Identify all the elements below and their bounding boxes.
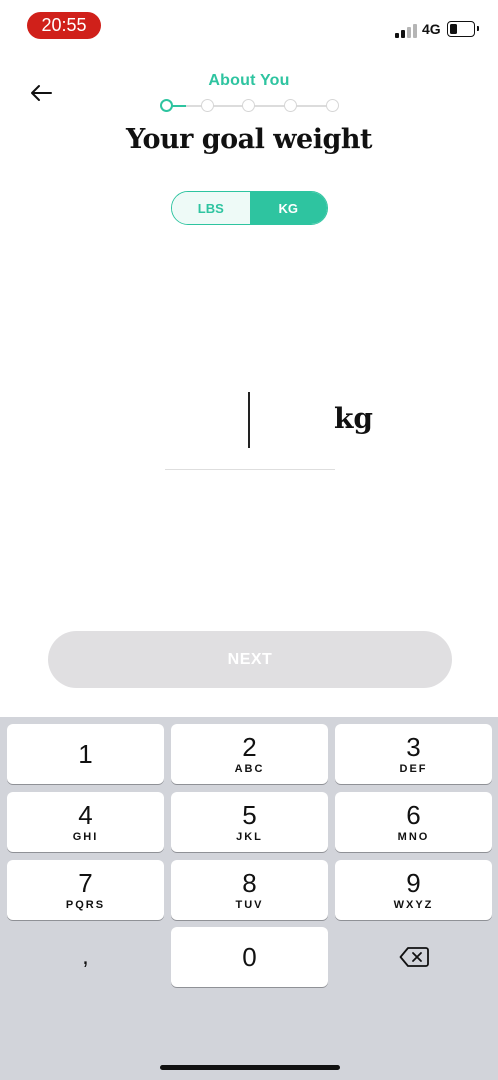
key-digit: 1	[78, 739, 93, 769]
key-letters: MNO	[397, 830, 430, 843]
numeric-keypad: 1 2 ABC 3 DEF 4 GHI 5 JKL 6 MNO 7 PQRS 8…	[0, 717, 498, 1080]
key-digit: 6	[406, 799, 421, 830]
key-2[interactable]: 2 ABC	[171, 724, 328, 784]
key-1[interactable]: 1	[7, 724, 164, 784]
key-3[interactable]: 3 DEF	[335, 724, 492, 784]
page-title: Your goal weight	[126, 124, 372, 155]
key-digit: 9	[406, 867, 421, 898]
next-button[interactable]: NEXT	[48, 631, 452, 688]
key-digit: 3	[406, 731, 421, 762]
progress-step-5	[326, 99, 339, 112]
key-digit: ,	[82, 943, 89, 970]
key-9[interactable]: 9 WXYZ	[335, 860, 492, 920]
key-backspace[interactable]	[335, 927, 492, 987]
key-digit: 5	[242, 799, 257, 830]
key-4[interactable]: 4 GHI	[7, 792, 164, 852]
key-6[interactable]: 6 MNO	[335, 792, 492, 852]
key-digit: 2	[242, 731, 257, 762]
key-7[interactable]: 7 PQRS	[7, 860, 164, 920]
key-letters: WXYZ	[393, 898, 434, 911]
key-comma[interactable]: ,	[7, 927, 164, 987]
status-bar: 20:55 4G	[0, 0, 498, 52]
key-letters: DEF	[399, 762, 428, 775]
battery-level	[450, 24, 457, 34]
unit-suffix: kg	[334, 402, 373, 435]
key-letters: TUV	[235, 898, 264, 911]
key-digit: 0	[242, 942, 257, 972]
step-label: About You	[208, 72, 290, 89]
status-time: 20:55	[27, 12, 101, 39]
progress-step-4	[284, 99, 297, 112]
key-8[interactable]: 8 TUV	[171, 860, 328, 920]
network-type: 4G	[422, 21, 441, 37]
key-5[interactable]: 5 JKL	[171, 792, 328, 852]
backspace-icon	[399, 947, 429, 967]
unit-toggle: LBS KG	[171, 191, 328, 225]
cellular-signal-icon	[395, 22, 417, 38]
progress-step-1	[160, 99, 173, 112]
key-digit: 4	[78, 799, 93, 830]
key-letters: PQRS	[65, 898, 106, 911]
battery-icon	[447, 21, 479, 37]
home-indicator[interactable]	[160, 1065, 340, 1070]
key-letters: JKL	[236, 830, 263, 843]
progress-step-2	[201, 99, 214, 112]
weight-input[interactable]	[165, 384, 335, 470]
unit-option-lbs[interactable]: LBS	[172, 192, 250, 224]
progress-steps	[160, 99, 340, 113]
key-digit: 7	[78, 867, 93, 898]
key-letters: GHI	[72, 830, 99, 843]
progress-step-3	[242, 99, 255, 112]
unit-option-kg[interactable]: KG	[249, 192, 327, 224]
key-digit: 8	[242, 867, 257, 898]
key-letters: ABC	[234, 762, 265, 775]
key-0[interactable]: 0	[171, 927, 328, 987]
